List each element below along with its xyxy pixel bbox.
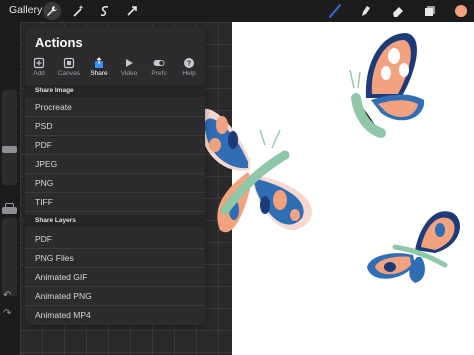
share-layers-pdf[interactable]: PDF (25, 230, 205, 249)
color-swatch[interactable] (452, 2, 470, 20)
brush-size-slider[interactable] (2, 90, 17, 185)
tab-label: Canvas (57, 70, 81, 77)
video-icon (126, 59, 133, 67)
top-toolbar: Gallery (0, 0, 474, 22)
butterfly-bottom-right-artwork (367, 211, 460, 283)
tab-label: Help (182, 70, 196, 77)
svg-text:?: ? (187, 61, 191, 68)
share-icon (95, 57, 103, 68)
share-layers-animated-mp4[interactable]: Animated MP4 (25, 306, 205, 325)
share-procreate[interactable]: Procreate (25, 98, 205, 117)
transform-icon[interactable] (123, 2, 141, 20)
share-tiff[interactable]: TIFF (25, 193, 205, 212)
tab-prefs[interactable]: Prefs (145, 57, 173, 77)
smudge-icon[interactable] (356, 2, 374, 20)
add-icon (33, 57, 45, 69)
tab-share[interactable]: Share (85, 57, 113, 77)
eraser-icon[interactable] (389, 2, 407, 20)
magic-wand-icon[interactable] (69, 2, 87, 20)
tab-label: Video (120, 70, 138, 77)
prefs-toggle-icon (153, 60, 165, 66)
layers-icon[interactable] (421, 2, 439, 20)
tab-add[interactable]: Add (25, 57, 53, 77)
tab-video[interactable]: Video (115, 57, 143, 77)
butterfly-top-right-artwork (349, 33, 425, 138)
panel-title: Actions (35, 35, 83, 50)
opacity-slider[interactable] (2, 218, 17, 296)
actions-panel: Actions Add Canvas Share Video Prefs ? H… (25, 27, 205, 325)
left-sidebar: ↶ ↷ (0, 22, 20, 355)
tab-canvas[interactable]: Canvas (55, 57, 83, 77)
tab-label: Prefs (151, 70, 167, 77)
canvas-icon (63, 57, 75, 69)
share-layers-png-files[interactable]: PNG Files (25, 249, 205, 268)
selection-icon[interactable] (96, 2, 114, 20)
share-layers-animated-png[interactable]: Animated PNG (25, 287, 205, 306)
opacity-thumb[interactable] (2, 207, 17, 214)
share-layers-header: Share Layers (25, 215, 205, 227)
brush-icon[interactable] (326, 2, 344, 20)
share-png[interactable]: PNG (25, 174, 205, 193)
brush-size-thumb[interactable] (2, 146, 17, 153)
undo-icon[interactable]: ↶ (3, 290, 11, 301)
share-jpeg[interactable]: JPEG (25, 155, 205, 174)
share-layers-animated-gif[interactable]: Animated GIF (25, 268, 205, 287)
share-image-header: Share Image (25, 85, 205, 97)
tab-label: Share (90, 70, 108, 77)
tab-help[interactable]: ? Help (175, 57, 203, 77)
share-psd[interactable]: PSD (25, 117, 205, 136)
tab-label: Add (33, 70, 45, 77)
gallery-button[interactable]: Gallery (9, 4, 42, 16)
wrench-icon[interactable] (43, 2, 61, 20)
redo-icon[interactable]: ↷ (3, 308, 11, 319)
share-pdf[interactable]: PDF (25, 136, 205, 155)
help-icon: ? (184, 58, 194, 68)
